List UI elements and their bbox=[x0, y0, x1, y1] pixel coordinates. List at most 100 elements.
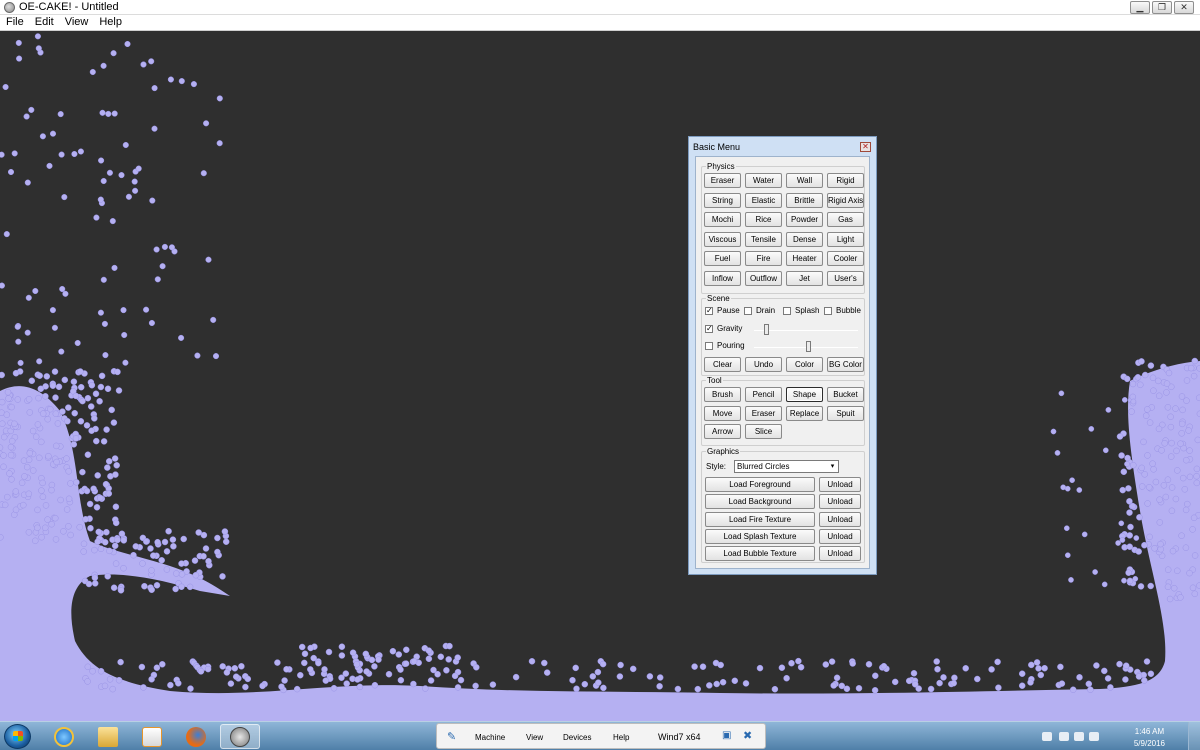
minimize-vm-icon[interactable]: ▣ bbox=[722, 730, 731, 741]
unload-4-button[interactable]: Unload bbox=[819, 528, 861, 544]
close-vm-icon[interactable]: ✖ bbox=[743, 729, 752, 742]
tool-arrow-button[interactable]: Arrow bbox=[704, 424, 741, 439]
physics-fire-button[interactable]: Fire bbox=[745, 251, 782, 267]
menu-file[interactable]: File bbox=[6, 15, 24, 30]
physics-rigid-axis-button[interactable]: Rigid Axis bbox=[827, 192, 864, 208]
physics-inflow-button[interactable]: Inflow bbox=[704, 271, 741, 286]
tool-bucket-button[interactable]: Bucket bbox=[827, 387, 864, 402]
physics-string-button[interactable]: String bbox=[704, 192, 741, 208]
tool-shape-button[interactable]: Shape bbox=[786, 387, 823, 402]
load-foreground-button[interactable]: Load Foreground bbox=[705, 477, 815, 492]
particle bbox=[42, 393, 49, 400]
particle bbox=[64, 417, 71, 425]
app-logo-icon bbox=[4, 2, 15, 13]
physics-mochi-button[interactable]: Mochi bbox=[704, 212, 741, 228]
taskbar-oe-cake[interactable] bbox=[220, 724, 260, 749]
tool-pencil-button[interactable]: Pencil bbox=[745, 387, 782, 402]
particle bbox=[731, 677, 739, 685]
physics-rice-button[interactable]: Rice bbox=[745, 212, 782, 228]
flag-icon[interactable] bbox=[1059, 732, 1069, 741]
bubble-checkbox[interactable]: Bubble bbox=[824, 306, 861, 315]
particle bbox=[349, 649, 357, 656]
unload-2-button[interactable]: Unload bbox=[819, 494, 861, 510]
network-icon[interactable] bbox=[1074, 732, 1084, 741]
particle bbox=[158, 557, 165, 564]
pouring-slider-thumb[interactable] bbox=[806, 341, 811, 352]
tool-slice-button[interactable]: Slice bbox=[745, 424, 782, 439]
particle bbox=[25, 294, 32, 301]
tool-eraser-button[interactable]: Eraser bbox=[745, 405, 782, 421]
vm-menu-view[interactable]: View bbox=[526, 733, 543, 742]
physics-powder-button[interactable]: Powder bbox=[786, 212, 823, 228]
taskbar-explorer[interactable] bbox=[88, 724, 128, 749]
simulation-canvas[interactable] bbox=[0, 31, 1200, 721]
style-select[interactable]: Blurred Circles ▾ bbox=[734, 460, 839, 473]
show-desktop-button[interactable] bbox=[1188, 722, 1200, 750]
tool-brush-button[interactable]: Brush bbox=[704, 387, 741, 402]
tool-replace-button[interactable]: Replace bbox=[786, 405, 823, 421]
load-fire-texture-button[interactable]: Load Fire Texture bbox=[705, 511, 815, 527]
restore-button[interactable]: ❐ bbox=[1152, 1, 1172, 14]
pause-checkbox[interactable]: ✓ Pause bbox=[705, 306, 740, 315]
drain-checkbox[interactable]: Drain bbox=[744, 306, 775, 315]
gravity-slider-thumb[interactable] bbox=[764, 324, 770, 335]
scene-color-button[interactable]: Color bbox=[786, 357, 823, 372]
particle bbox=[35, 45, 42, 52]
menu-help[interactable]: Help bbox=[99, 15, 122, 30]
physics-user-s-button[interactable]: User's bbox=[827, 271, 864, 286]
physics-wall-button[interactable]: Wall bbox=[786, 173, 823, 188]
keyboard-icon[interactable] bbox=[1042, 732, 1052, 741]
physics-water-button[interactable]: Water bbox=[745, 173, 782, 188]
splash-checkbox[interactable]: Splash bbox=[783, 306, 819, 315]
speaker-icon[interactable] bbox=[1089, 732, 1099, 741]
particle bbox=[132, 543, 140, 550]
unload-1-button[interactable]: Unload bbox=[819, 477, 861, 492]
tool-move-button[interactable]: Move bbox=[704, 405, 741, 421]
gravity-checkbox[interactable]: ✓ Gravity bbox=[705, 324, 742, 333]
physics-viscous-button[interactable]: Viscous bbox=[704, 231, 741, 247]
physics-cooler-button[interactable]: Cooler bbox=[827, 251, 864, 267]
physics-jet-button[interactable]: Jet bbox=[786, 271, 823, 286]
particle bbox=[0, 463, 7, 471]
panel-close-button[interactable]: ✕ bbox=[860, 142, 871, 152]
vm-menu-machine[interactable]: Machine bbox=[475, 733, 505, 742]
physics-elastic-button[interactable]: Elastic bbox=[745, 192, 782, 208]
physics-dense-button[interactable]: Dense bbox=[786, 231, 823, 247]
minimize-button[interactable]: ▁ bbox=[1130, 1, 1150, 14]
unload-3-button[interactable]: Unload bbox=[819, 511, 861, 527]
physics-fuel-button[interactable]: Fuel bbox=[704, 251, 741, 267]
taskbar-media-player[interactable] bbox=[132, 724, 172, 749]
physics-gas-button[interactable]: Gas bbox=[827, 212, 864, 228]
start-button[interactable] bbox=[4, 724, 31, 749]
gravity-slider[interactable] bbox=[754, 330, 858, 331]
physics-outflow-button[interactable]: Outflow bbox=[745, 271, 782, 286]
close-button[interactable]: ✕ bbox=[1174, 1, 1194, 14]
particle bbox=[118, 172, 125, 179]
physics-brittle-button[interactable]: Brittle bbox=[786, 192, 823, 208]
scene-undo-button[interactable]: Undo bbox=[745, 357, 782, 372]
load-splash-texture-button[interactable]: Load Splash Texture bbox=[705, 528, 815, 544]
vm-menu-devices[interactable]: Devices bbox=[563, 733, 591, 742]
vm-menu-help[interactable]: Help bbox=[613, 733, 629, 742]
particle bbox=[79, 397, 86, 405]
physics-rigid-button[interactable]: Rigid bbox=[827, 173, 864, 188]
particle bbox=[89, 68, 96, 76]
physics-light-button[interactable]: Light bbox=[827, 231, 864, 247]
clock[interactable]: 1:46 AM 5/9/2016 bbox=[1134, 726, 1165, 750]
load-bubble-texture-button[interactable]: Load Bubble Texture bbox=[705, 546, 815, 562]
particle bbox=[138, 663, 146, 671]
load-background-button[interactable]: Load Background bbox=[705, 494, 815, 510]
physics-tensile-button[interactable]: Tensile bbox=[745, 231, 782, 247]
tool-spuit-button[interactable]: Spuit bbox=[827, 405, 864, 421]
physics-heater-button[interactable]: Heater bbox=[786, 251, 823, 267]
unload-5-button[interactable]: Unload bbox=[819, 546, 861, 562]
menu-edit[interactable]: Edit bbox=[35, 15, 54, 30]
taskbar-firefox[interactable] bbox=[176, 724, 216, 749]
taskbar-ie[interactable] bbox=[44, 724, 84, 749]
physics-eraser-button[interactable]: Eraser bbox=[704, 173, 741, 188]
scene-clear-button[interactable]: Clear bbox=[704, 357, 741, 372]
scene-bg-color-button[interactable]: BG Color bbox=[827, 357, 864, 372]
menu-view[interactable]: View bbox=[65, 15, 89, 30]
pouring-checkbox[interactable]: Pouring bbox=[705, 341, 745, 350]
pin-icon[interactable]: ✎ bbox=[447, 730, 456, 743]
